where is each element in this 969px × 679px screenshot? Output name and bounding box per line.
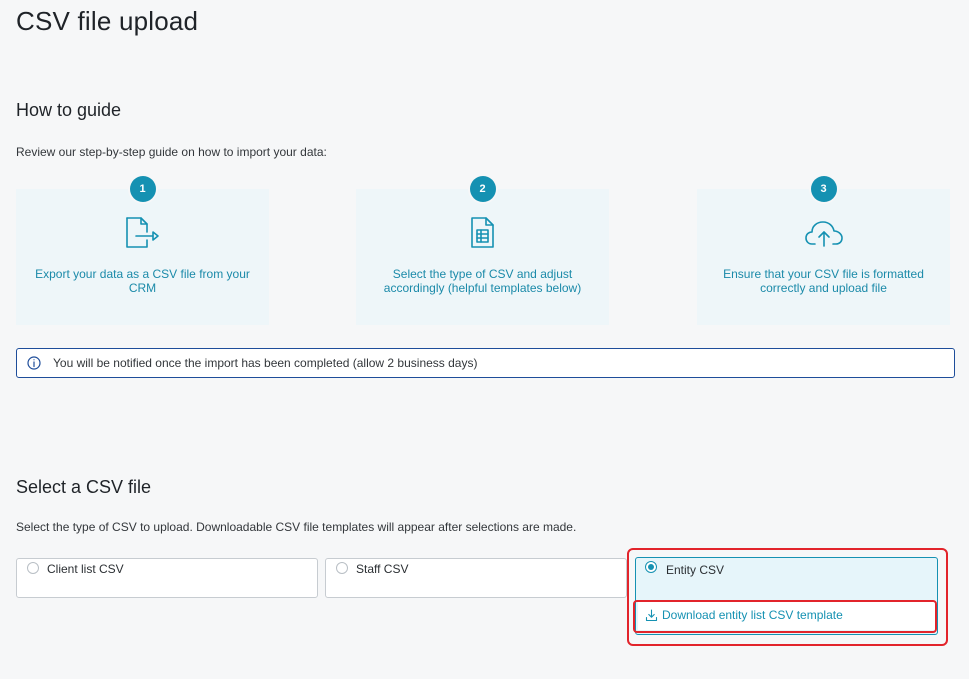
export-file-icon [123,213,163,253]
radio-entity-csv[interactable] [645,561,657,573]
option-client-list-csv[interactable]: Client list CSV [16,558,318,598]
page-title: CSV file upload [16,6,199,36]
option-label: Client list CSV [47,562,124,576]
guide-title: How to guide [16,100,122,120]
step-number-3: 3 [810,176,837,202]
import-notice: You will be notified once the import has… [16,348,955,378]
step-card-3: 3 Ensure that your CSV file is formatted… [697,176,950,325]
download-template-box[interactable]: Download entity list CSV template [638,600,935,630]
step-number-1: 1 [129,176,156,202]
step-number-2: 2 [469,176,496,202]
download-template-link[interactable]: Download entity list CSV template [662,608,843,622]
guide-description: Review our step-by-step guide on how to … [16,145,327,159]
step-text-2: Select the type of CSV and adjust accord… [383,267,582,295]
step-text-3: Ensure that your CSV file is formatted c… [723,267,924,295]
step-card-2: 2 Select the type of CSV and adjust acco… [356,176,609,325]
option-staff-csv[interactable]: Staff CSV [325,558,627,598]
page: CSV file upload How to guide Review our … [0,0,969,679]
step-card-1: 1 Export your data as a CSV file from yo… [16,176,269,325]
notice-text: You will be notified once the import has… [53,356,478,370]
select-description: Select the type of CSV to upload. Downlo… [16,520,577,534]
option-label: Staff CSV [356,562,409,576]
radio-client-list-csv[interactable] [27,562,39,574]
radio-staff-csv[interactable] [336,562,348,574]
download-icon [644,608,658,622]
cloud-upload-icon [804,213,844,253]
step-text-1: Export your data as a CSV file from your… [35,267,250,295]
option-label: Entity CSV [666,563,725,577]
spreadsheet-file-icon [463,213,503,253]
select-title: Select a CSV file [16,477,152,497]
info-icon [27,356,41,370]
option-entity-csv[interactable]: Entity CSV Download entity list CSV temp… [635,557,938,635]
